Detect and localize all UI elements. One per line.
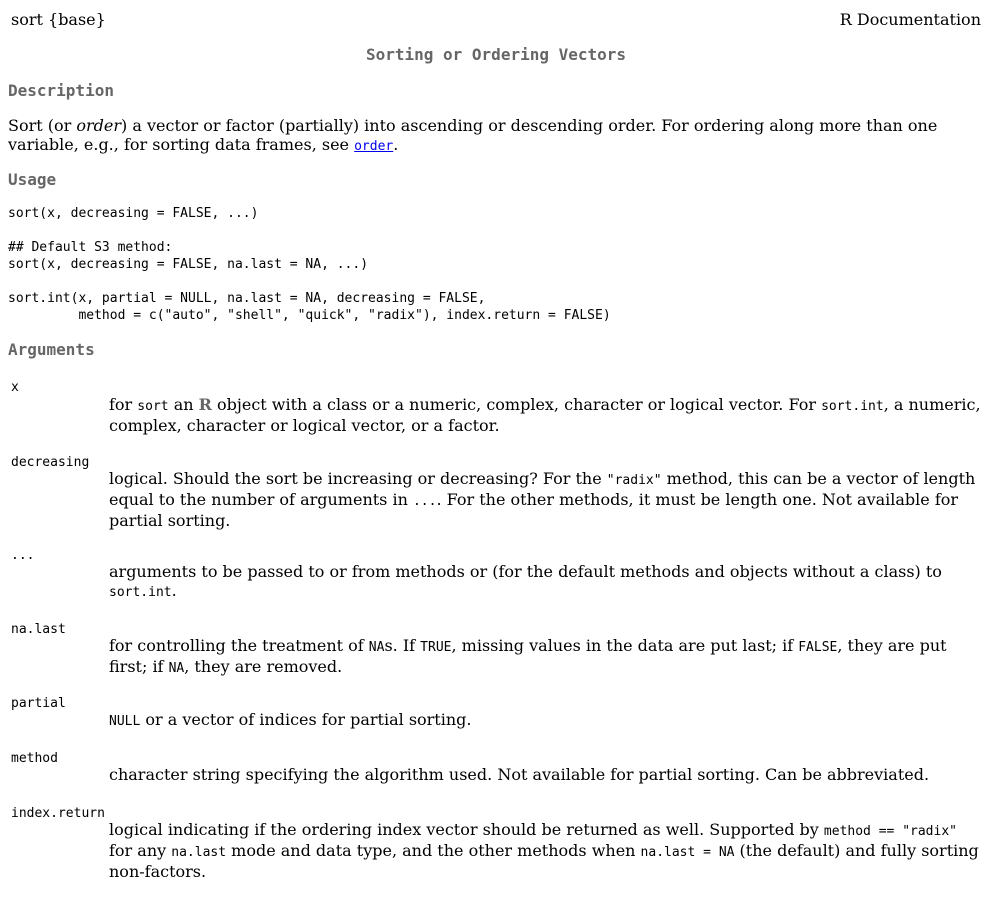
arg-name-partial: partial (11, 696, 66, 711)
order-link[interactable]: order (354, 139, 393, 154)
arg-desc-dots: arguments to be passed to or from method… (109, 562, 942, 600)
arg-name-dots: ... (11, 548, 35, 563)
arg-name-method: method (11, 751, 58, 766)
description-heading: Description (8, 81, 114, 100)
arg-name-na-last: na.last (11, 622, 66, 637)
arg-name-x: x (11, 380, 19, 395)
arg-desc-method: character string specifying the algorith… (109, 765, 930, 784)
arg-name-decreasing: decreasing (11, 455, 90, 470)
arg-name-index-return: index.return (11, 806, 105, 821)
page-header: sort {base} R Documentation (11, 10, 981, 30)
usage-code-line: sort(x, decreasing = FALSE, na.last = NA… (8, 257, 369, 272)
usage-code-line: ## Default S3 method: (8, 240, 173, 255)
source-label: R Documentation (839, 10, 981, 29)
arg-desc-x: for sort an R object with a class or a n… (109, 395, 981, 435)
order-emphasis: order (76, 116, 122, 135)
usage-heading: Usage (8, 170, 57, 189)
topic-label: sort {base} (11, 10, 106, 29)
arg-desc-partial: NULL or a vector of indices for partial … (109, 710, 472, 729)
arg-desc-na-last: for controlling the treatment of NAs. If… (109, 636, 947, 676)
r-logo: R (198, 395, 212, 414)
usage-code-line: sort(x, decreasing = FALSE, ...) (8, 206, 259, 221)
arg-desc-index-return: logical indicating if the ordering index… (109, 820, 979, 881)
arguments-heading: Arguments (8, 340, 95, 359)
usage-code-line: sort.int(x, partial = NULL, na.last = NA… (8, 291, 486, 306)
description-text: Sort (or order) a vector or factor (part… (8, 116, 938, 154)
usage-code-line: method = c("auto", "shell", "quick", "ra… (8, 308, 611, 323)
arg-desc-decreasing: logical. Should the sort be increasing o… (109, 469, 976, 530)
page-title: Sorting or Ordering Vectors (365, 45, 627, 64)
